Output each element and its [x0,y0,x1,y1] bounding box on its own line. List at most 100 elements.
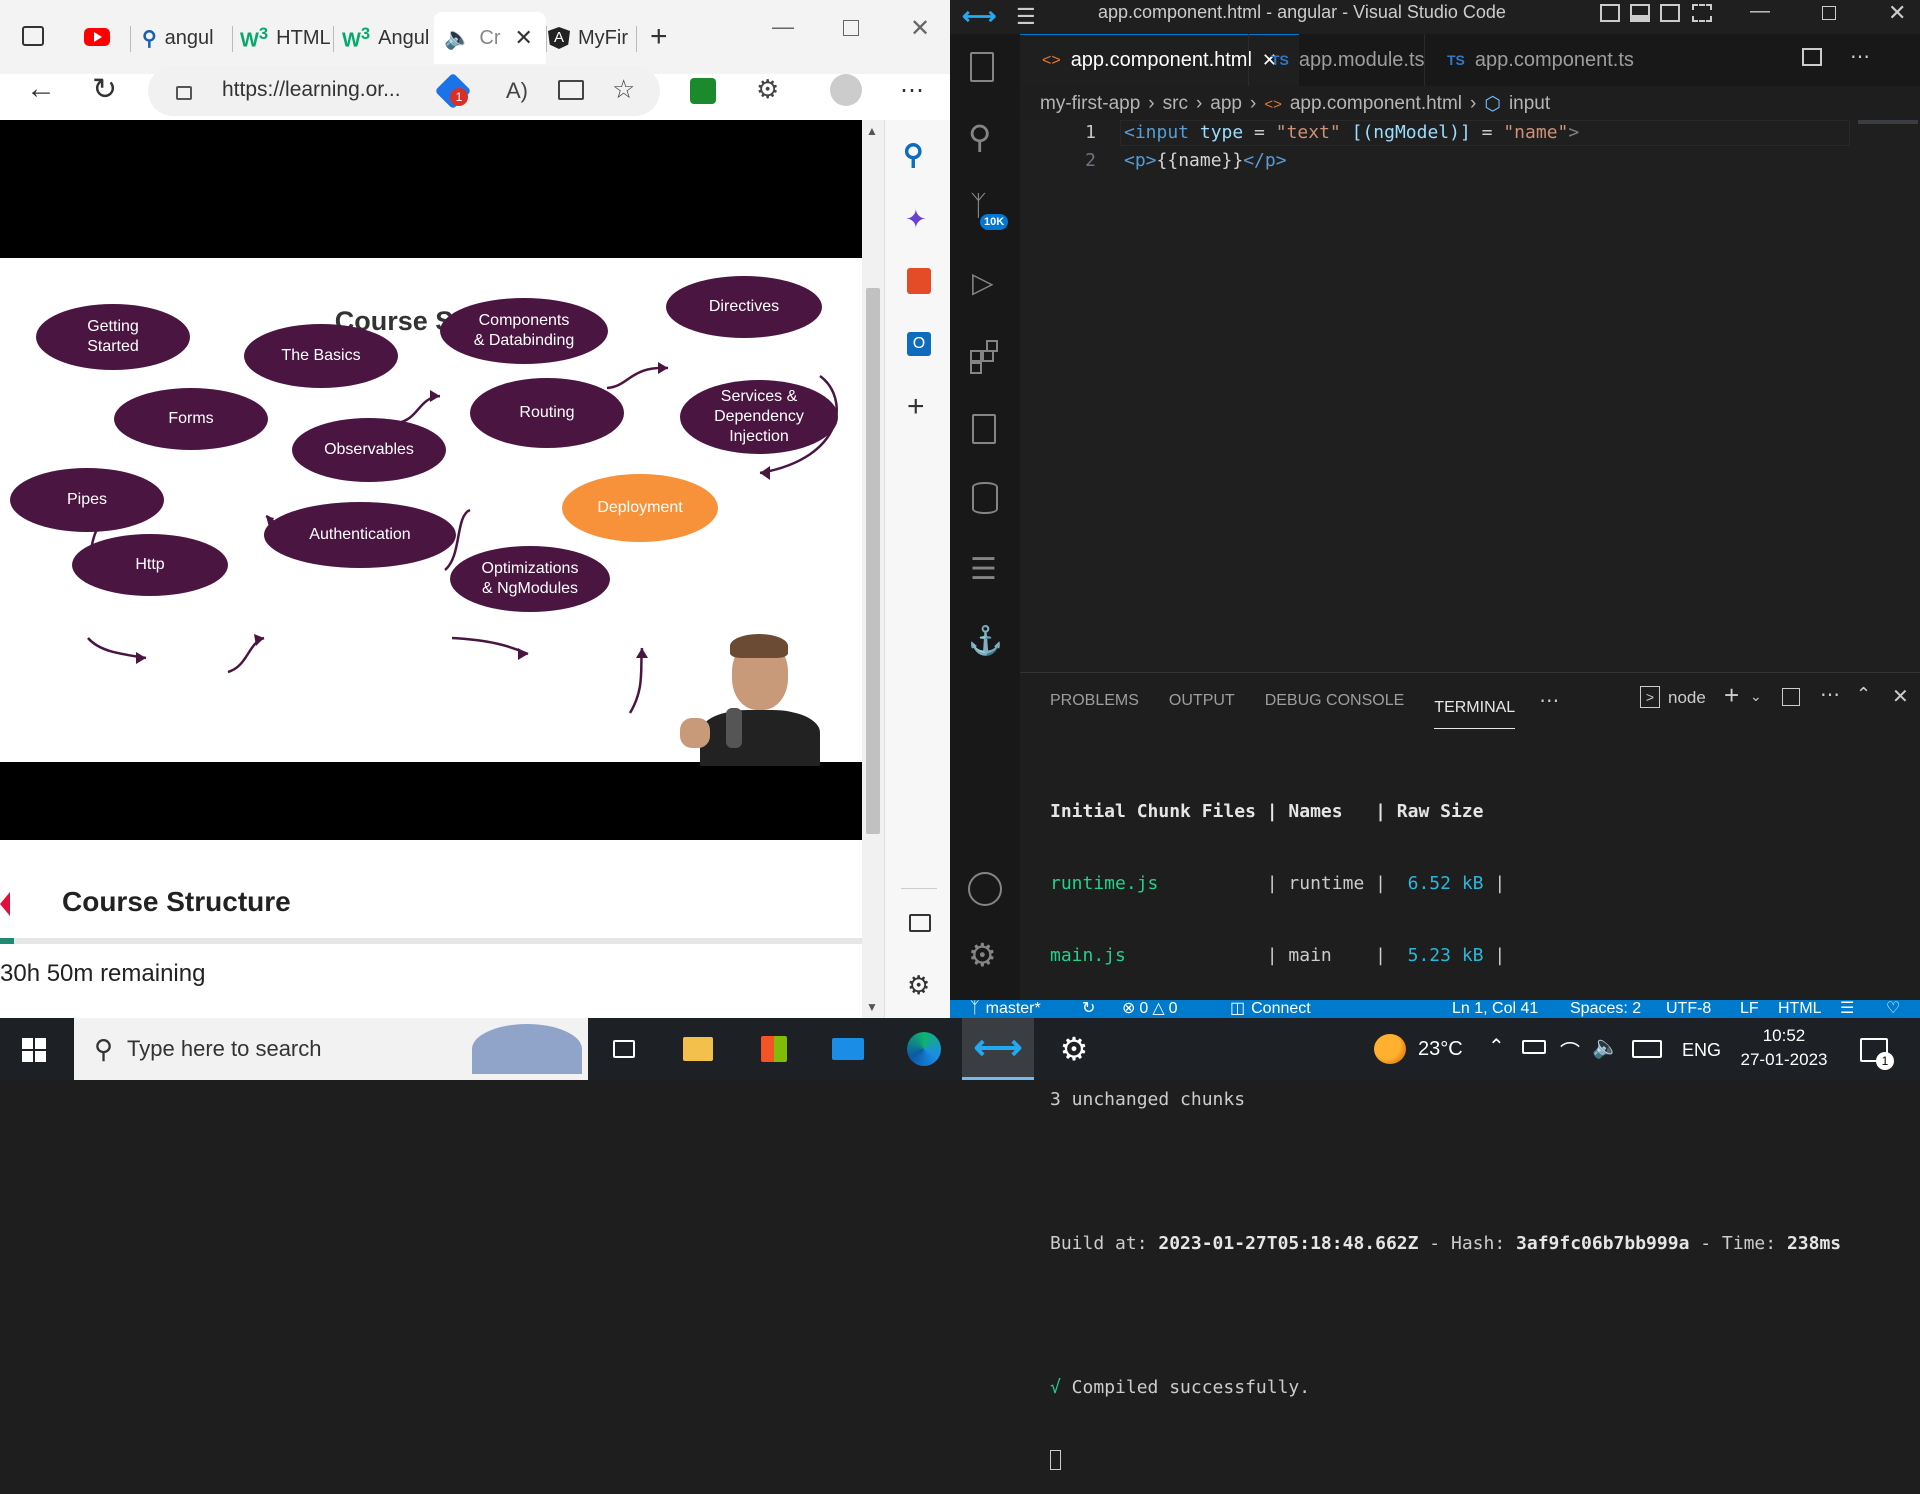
menu-hamburger-icon[interactable]: ☰ [1016,4,1036,30]
vscode-close-button[interactable]: ✕ [1888,0,1906,26]
accounts-icon[interactable] [968,872,1002,906]
discover-sparkle-icon[interactable]: ✦ [905,204,927,235]
new-terminal-icon[interactable]: + [1724,680,1739,711]
browser-tab-3[interactable]: W3 Angul [342,18,434,58]
indentation[interactable]: Spaces: 2 [1570,1000,1641,1018]
breadcrumb-item[interactable]: app.component.html [1290,93,1462,115]
search-icon[interactable]: ⚲ [968,118,991,156]
vscode-minimize-button[interactable]: — [1750,0,1770,23]
encoding[interactable]: UTF-8 [1666,1000,1711,1018]
extension-green-icon[interactable] [690,78,716,104]
outlook-icon[interactable]: O [907,332,931,356]
browser-tab-1[interactable]: ⚲ angul [142,18,230,58]
layers-icon[interactable]: ☰ [970,552,997,587]
git-branch[interactable]: ᛉ master* [970,1000,1041,1018]
manage-gear-icon[interactable]: ⚙ [968,936,997,974]
url-text[interactable]: https://learning.or... [222,78,401,102]
minimize-button[interactable]: — [772,14,794,40]
feedback-icon[interactable]: ☰ [1840,1000,1854,1018]
new-tab-button[interactable]: + [650,20,668,54]
sidebar-settings-icon[interactable]: ⚙ [907,970,930,1001]
input-language[interactable]: ENG [1682,1040,1721,1061]
toggle-panel-icon[interactable] [1630,4,1650,22]
connect-status[interactable]: ◫ Connect [1230,1000,1311,1018]
notifications-bell-icon[interactable]: ♡ [1886,1000,1900,1018]
clock[interactable]: 10:52 27-01-2023 [1736,1024,1832,1072]
customize-layout-icon[interactable] [1692,4,1712,22]
mail-icon[interactable] [812,1018,884,1080]
task-view-icon[interactable] [588,1018,660,1080]
sync-icon[interactable]: ↻ [1082,1000,1095,1018]
keyboard-icon[interactable] [1632,1040,1662,1058]
docker-icon[interactable]: ⚓ [968,624,1003,657]
problems-status[interactable]: ⊗ 0 △ 0 [1122,1000,1178,1018]
tab-output[interactable]: OUTPUT [1169,673,1235,729]
tab-debug-console[interactable]: DEBUG CONSOLE [1265,673,1405,729]
youtube-tab-icon[interactable] [84,28,110,46]
favorites-icon[interactable]: ☆ [612,74,635,105]
immersive-reader-icon[interactable] [558,80,584,100]
breadcrumb-item[interactable]: my-first-app [1040,93,1140,115]
vscode-taskbar-icon[interactable]: ⟷ [962,1018,1034,1080]
tab-problems[interactable]: PROBLEMS [1050,673,1139,729]
page-scrollbar[interactable]: ▲ ▼ [862,120,884,1018]
search-icon[interactable]: ⚲ [903,138,924,171]
extensions-icon[interactable]: ⚙ [756,74,779,105]
weather-icon[interactable] [1374,1034,1406,1064]
maximize-button[interactable] [843,20,859,36]
database-icon[interactable] [972,482,998,514]
breadcrumb-item[interactable]: input [1509,93,1550,115]
terminal-output[interactable]: Initial Chunk Files | Names | Raw Size r… [1050,752,1841,1494]
close-panel-icon[interactable]: ✕ [1892,684,1909,709]
wifi-icon[interactable]: ⌒ [1560,1036,1580,1065]
add-sidebar-app-icon[interactable]: + [907,390,925,424]
more-menu-icon[interactable]: ⋯ [900,76,925,105]
close-tab-icon[interactable]: ✕ [515,25,533,51]
volume-icon[interactable]: 🔈 [1592,1034,1619,1060]
lock-icon[interactable] [176,86,192,100]
notebook-icon[interactable] [972,414,996,444]
toggle-secondary-sidebar-icon[interactable] [1660,4,1680,22]
language-mode[interactable]: HTML [1778,1000,1822,1018]
settings-gear-icon[interactable]: ⚙ [1038,1018,1110,1080]
tab-app-component-ts[interactable]: TS app.component.ts [1424,34,1656,86]
refresh-icon[interactable]: ↻ [92,72,117,107]
terminal-more-icon[interactable]: ⋯ [1820,682,1840,707]
browser-tab-5[interactable]: A MyFir [548,18,632,58]
tab-actions-icon[interactable] [22,26,44,46]
edge-icon[interactable] [888,1018,960,1080]
split-terminal-icon[interactable] [1782,688,1800,706]
battery-icon[interactable] [1522,1040,1546,1054]
panel-more-icon[interactable]: ⋯ [1539,673,1559,729]
microsoft-store-icon[interactable] [738,1018,810,1080]
close-window-button[interactable]: ✕ [910,14,930,43]
back-icon[interactable]: ← [26,72,56,106]
taskbar-search-box[interactable]: ⚲ Type here to search [74,1018,588,1080]
code-line-2[interactable]: <p>{{name}}</p> [1124,150,1287,171]
file-explorer-icon[interactable] [662,1018,734,1080]
cursor-position[interactable]: Ln 1, Col 41 [1452,1000,1538,1018]
breadcrumb-item[interactable]: app [1210,93,1242,115]
editor-more-actions-icon[interactable]: ⋯ [1850,44,1870,69]
tab-terminal[interactable]: TERMINAL [1434,689,1516,729]
show-hidden-icons[interactable]: ⌃ [1488,1034,1505,1059]
scrollbar-thumb[interactable] [866,288,880,834]
read-aloud-icon[interactable]: A) [506,78,528,104]
toggle-primary-sidebar-icon[interactable] [1600,4,1620,22]
code-line-1[interactable]: <input type = "text" [(ngModel)] = "name… [1124,122,1579,143]
hide-sidebar-icon[interactable] [909,914,931,932]
chevron-down-icon[interactable]: ⌄ [1750,688,1762,705]
windows-start-icon[interactable] [22,1038,46,1062]
profile-avatar[interactable] [830,74,862,106]
extensions-icon[interactable] [970,340,1000,374]
collapse-caret-icon[interactable] [0,892,10,916]
explorer-icon[interactable] [970,52,994,82]
minimap[interactable] [1858,120,1918,124]
terminal-name[interactable]: node [1668,688,1706,708]
audio-playing-icon[interactable]: 🔈 [444,25,471,51]
line-endings[interactable]: LF [1740,1000,1759,1018]
browser-tab-active[interactable]: 🔈 Cr ✕ [434,12,546,64]
vscode-maximize-button[interactable] [1822,6,1836,20]
run-debug-icon[interactable]: ▷ [972,266,994,299]
office-icon[interactable] [907,268,931,294]
